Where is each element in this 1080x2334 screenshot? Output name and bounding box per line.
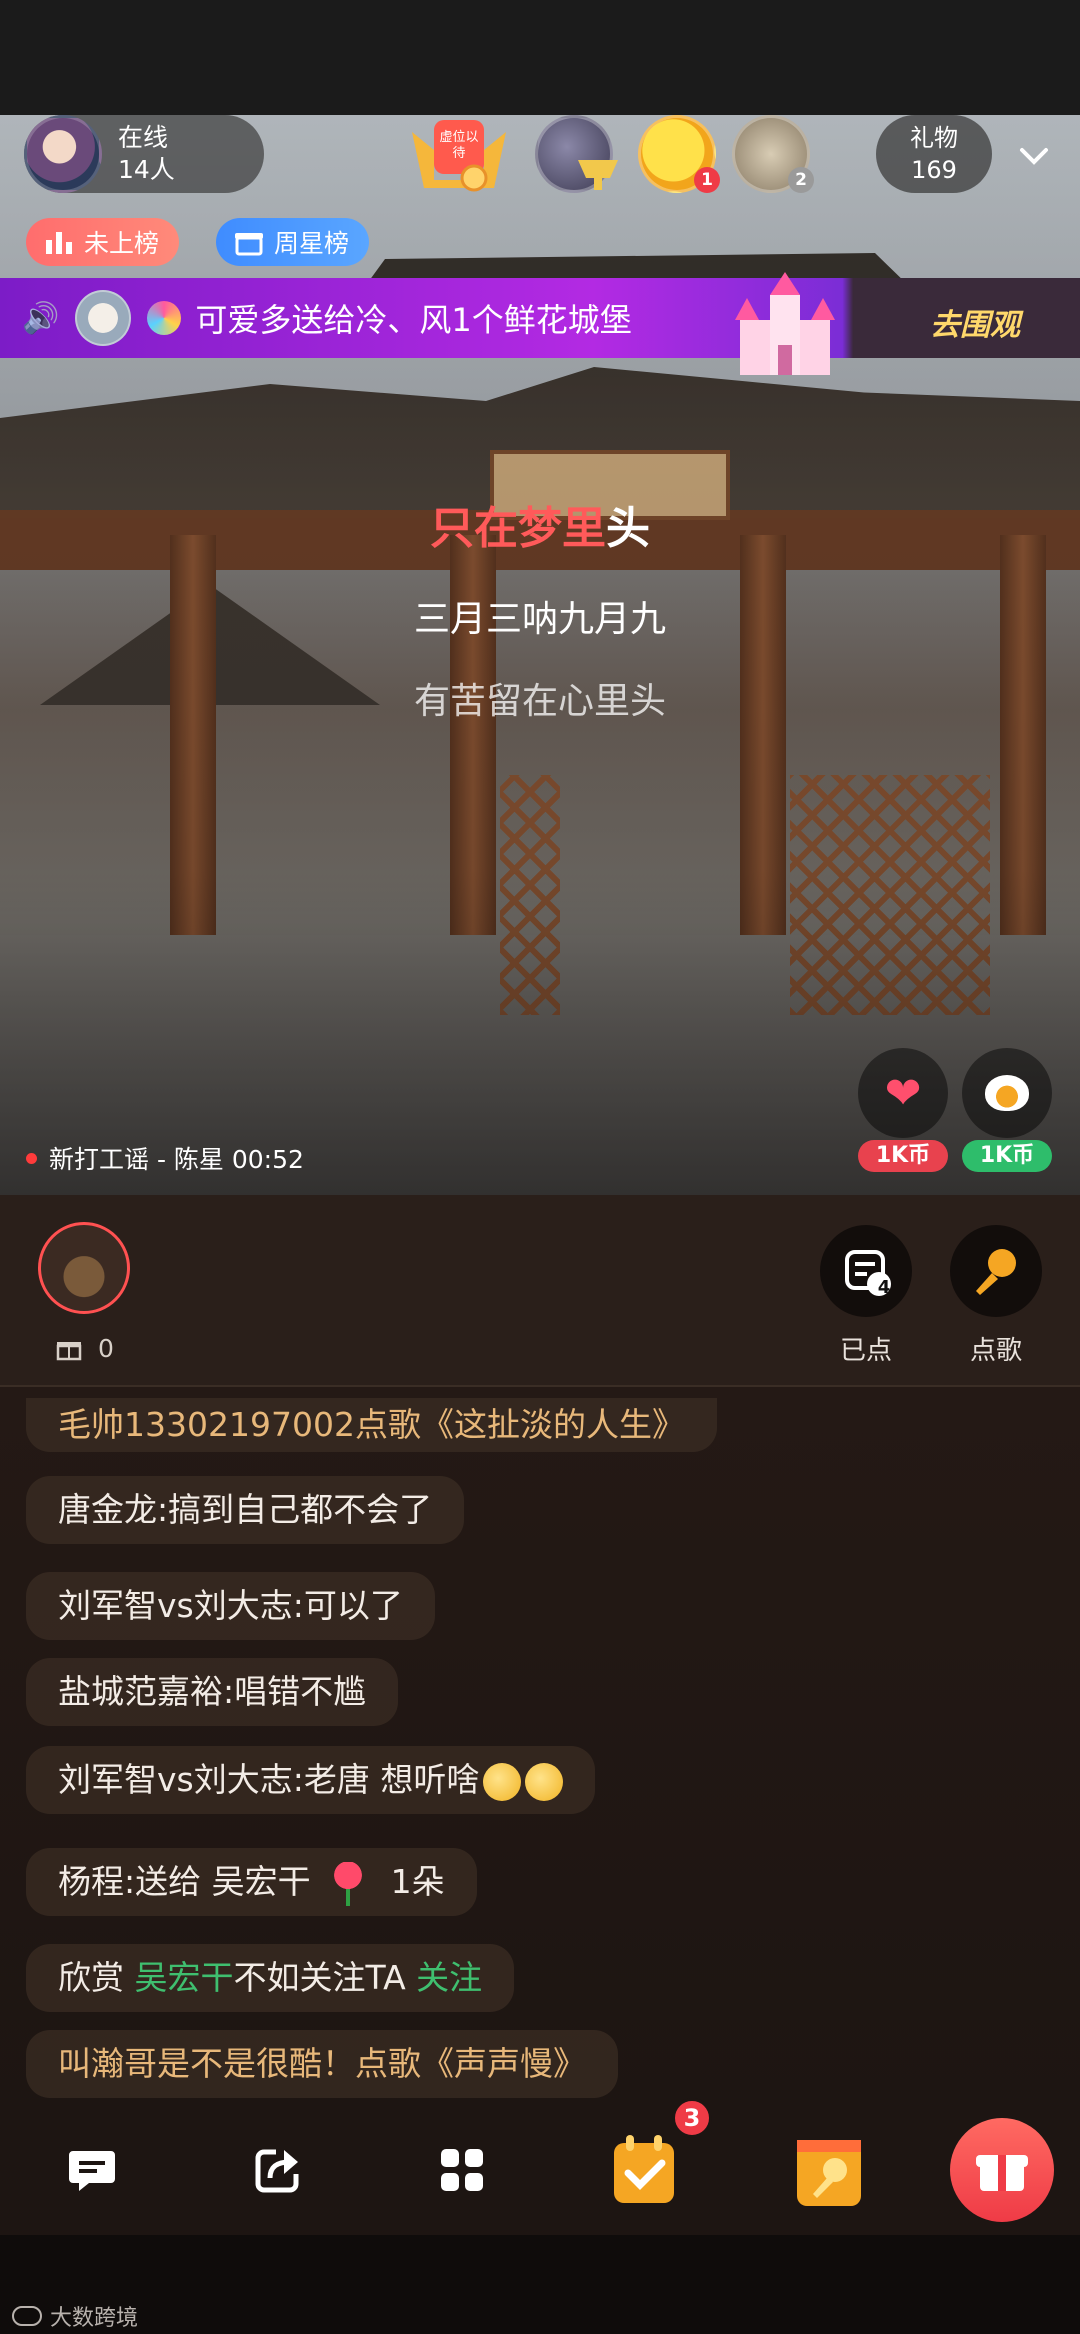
request-song-label: 点歌	[969, 1336, 1022, 1366]
chat-message: 叫瀚哥是不是很酷！点歌《声声慢》	[26, 2030, 618, 2098]
top-seat-text: 虚位以待	[439, 130, 479, 161]
online-count: 14人	[118, 155, 175, 184]
watermark-logo-icon	[12, 2306, 42, 2326]
rank-pill-label: 未上榜	[84, 229, 160, 258]
live-dot-icon	[26, 1152, 37, 1164]
rose-icon	[332, 1861, 363, 1906]
lyric-next-line: 三月三呐九月九	[413, 599, 666, 640]
send-gift-button[interactable]	[950, 2118, 1054, 2222]
castle-gift-icon	[735, 272, 835, 375]
gift-count: 169	[911, 156, 957, 184]
thinking-emoji-icon	[525, 1762, 564, 1801]
more-apps-button[interactable]	[412, 2120, 512, 2220]
share-icon	[255, 2149, 299, 2193]
host-gift-count: 0	[56, 1334, 114, 1363]
gift-icon	[56, 1341, 82, 1360]
online-users-pill[interactable]: 在线 14人	[24, 115, 264, 193]
heart-gift-price: 1K币	[858, 1140, 948, 1172]
online-label: 在线	[118, 123, 169, 152]
watermark-text: 大数跨境	[50, 2306, 139, 2331]
follow-link[interactable]: 关注	[416, 1958, 482, 1997]
rank-pill-unlisted[interactable]: 未上榜	[26, 218, 180, 266]
weekly-star-pill[interactable]: 周星榜	[216, 218, 370, 266]
status-bar-area	[0, 0, 1080, 115]
footer-area	[0, 2235, 1080, 2334]
gift-box-icon	[235, 233, 263, 256]
follow-suggestion[interactable]: 欣赏 吴宏干不如关注TA 关注	[26, 1944, 515, 2012]
thinking-emoji-icon	[483, 1762, 522, 1801]
chat-message: 盐城范嘉裕:唱错不尴	[26, 1658, 399, 1726]
heart-icon: ❤	[884, 1067, 922, 1119]
grid-icon	[441, 2149, 483, 2191]
requested-label: 已点	[839, 1336, 892, 1366]
song-mic-icon	[797, 2140, 861, 2206]
tasks-badge: 3	[672, 2098, 712, 2138]
rank-badge: 2	[788, 167, 814, 193]
heart-gift-button[interactable]: ❤	[858, 1048, 948, 1138]
go-watch-button[interactable]: 去围观	[930, 300, 1020, 344]
requested-songs-button[interactable]: 4	[820, 1225, 912, 1317]
tasks-button[interactable]	[594, 2120, 694, 2220]
egg-icon	[985, 1075, 1029, 1111]
egg-gift-button[interactable]	[962, 1048, 1052, 1138]
chat-message: 唐金龙:搞到自己都不会了	[26, 1476, 465, 1544]
speaker-icon: 🔊	[22, 300, 60, 336]
host-avatar[interactable]	[38, 1222, 130, 1314]
microphone-icon	[976, 1249, 1016, 1295]
request-song-button[interactable]	[950, 1225, 1042, 1317]
live-video-stage[interactable]	[0, 115, 1080, 1195]
avatar	[75, 290, 132, 346]
gift-label: 礼物	[910, 124, 958, 152]
lyric-following-line: 有苦留在心里头	[413, 681, 666, 722]
rank-badge: 1	[694, 167, 720, 193]
scene-shade	[0, 115, 1080, 1195]
weekly-star-label: 周星榜	[274, 229, 350, 258]
requested-count-badge: 4	[877, 1277, 891, 1298]
chat-message: 杨程:送给 吴宏干 1朵	[26, 1848, 477, 1916]
chevron-down-icon[interactable]	[1016, 138, 1052, 174]
gift-icon	[976, 2155, 1028, 2191]
avatar	[24, 115, 102, 193]
top-seat-vacant-badge[interactable]: 虚位以待	[404, 110, 514, 198]
chat-message: 刘军智vs刘大志:老唐 想听啥	[26, 1746, 596, 1814]
bottom-toolbar	[0, 2105, 1080, 2235]
host-gift-count-value: 0	[98, 1334, 114, 1363]
broadcast-message: 可爱多送给冷、风1个鲜花城堡	[195, 301, 632, 339]
share-button[interactable]	[228, 2120, 328, 2220]
lyric-current-line: 只在梦里头	[430, 503, 650, 554]
chat-bubble-icon	[69, 2151, 115, 2191]
chat-message: 刘军智vs刘大志:可以了	[26, 1572, 435, 1640]
now-playing: 新打工谣 - 陈星 00:52	[26, 1140, 304, 1176]
comment-button[interactable]	[42, 2120, 142, 2220]
song-request-button[interactable]	[780, 2120, 880, 2220]
checklist-icon	[614, 2135, 674, 2203]
watermark: 大数跨境	[12, 2300, 138, 2332]
gift-total-pill[interactable]: 礼物 169	[876, 115, 992, 193]
now-playing-text: 新打工谣 - 陈星 00:52	[49, 1145, 304, 1174]
bar-chart-icon	[46, 232, 72, 254]
egg-gift-price: 1K币	[962, 1140, 1052, 1172]
gift-broadcast-banner[interactable]: 🔊 可爱多送给冷、风1个鲜花城堡	[0, 278, 1080, 358]
chat-message: 毛帅13302197002点歌《这扯淡的人生》	[26, 1398, 717, 1452]
lollipop-icon	[147, 301, 182, 335]
